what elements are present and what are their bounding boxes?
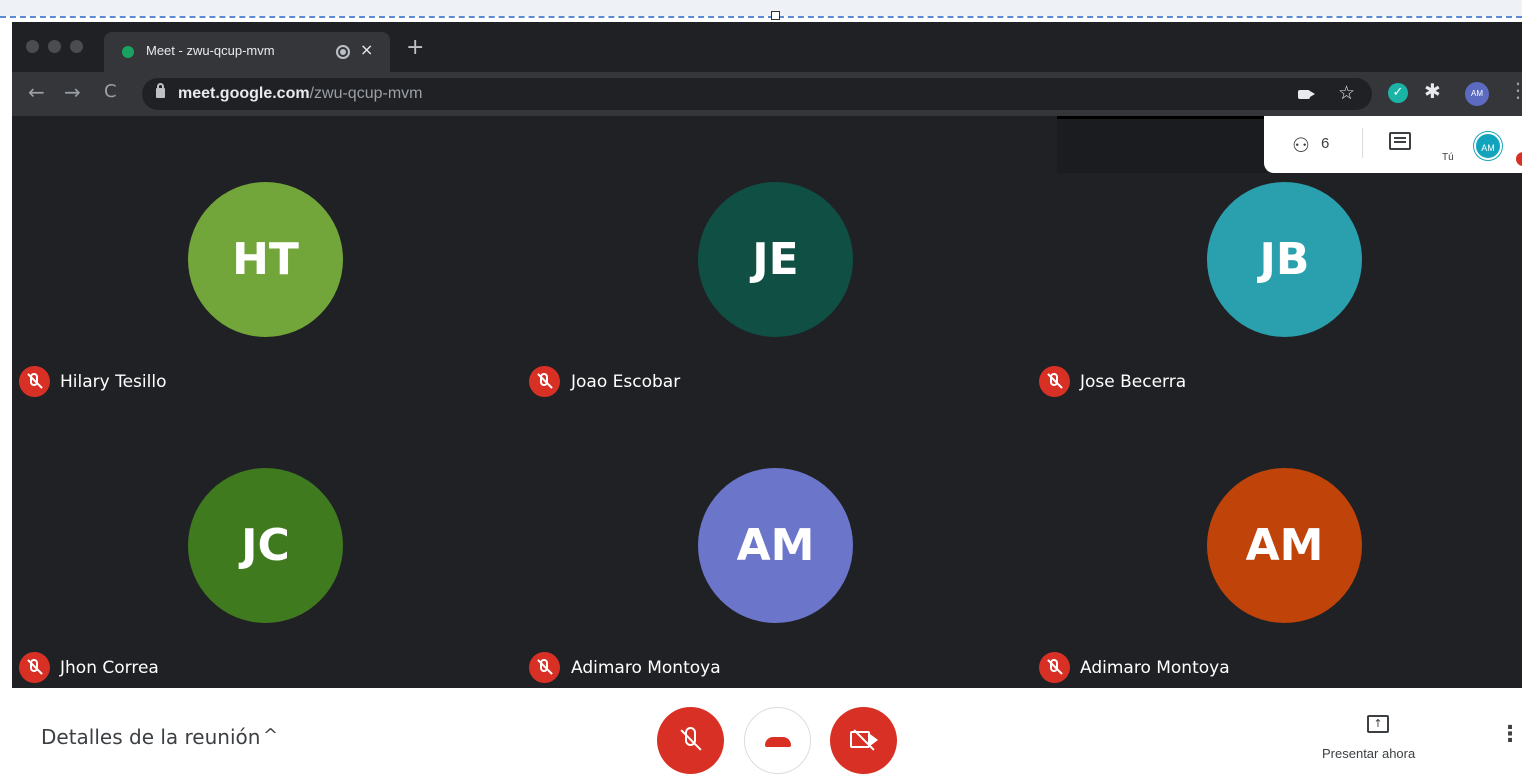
muted-mic-icon [529,652,560,683]
muted-mic-icon [1039,652,1070,683]
camera-in-use-icon[interactable] [1298,90,1315,99]
meeting-grid: ⚇ 6 Tú AM HT Hilary Tesillo JE Joao Escobar… [12,116,1522,688]
back-arrow-icon[interactable]: ← [28,81,45,103]
reload-icon[interactable]: C [104,81,117,103]
camera-lens [870,734,878,746]
more-options-icon[interactable]: ⋮ [1499,724,1521,746]
present-screen-icon[interactable]: ↑ [1367,715,1389,733]
tab-strip: Meet - zwu-qcup-mvm × + [12,22,1522,72]
chevron-up-icon[interactable]: ^ [263,725,278,746]
selection-margin [0,0,1522,16]
meeting-details-button[interactable]: Detalles de la reunión [41,725,260,749]
window-close-dot[interactable] [26,40,39,53]
muted-mic-icon [529,366,560,397]
participant-name: Joao Escobar [571,372,681,392]
browser-window: Meet - zwu-qcup-mvm × + ← → C meet.googl… [12,22,1522,779]
muted-mic-icon [1039,366,1070,397]
tab-meet[interactable]: Meet - zwu-qcup-mvm × [104,32,390,72]
participant-name: Adimaro Montoya [1080,658,1230,678]
tab-recording-icon [336,45,350,59]
extension-check-icon[interactable]: ✓ [1388,83,1408,103]
selection-dashed-border [0,16,1522,18]
browser-menu-icon[interactable]: ⋮ [1508,80,1522,100]
leave-call-button[interactable] [744,707,811,774]
participant-name: Adimaro Montoya [571,658,721,678]
participant-name: Jose Becerra [1080,372,1187,392]
participant-avatar: AM [1207,468,1362,623]
screenshot-root: Meet - zwu-qcup-mvm × + ← → C meet.googl… [0,0,1522,779]
camera-off-icon [850,731,870,748]
window-maximize-dot[interactable] [70,40,83,53]
chat-icon[interactable] [1389,132,1411,150]
toolbar: ← → C meet.google.com/zwu-qcup-mvm ☆ [12,72,1522,116]
window-minimize-dot[interactable] [48,40,61,53]
self-avatar[interactable]: AM [1474,132,1502,160]
bookmark-star-icon[interactable]: ☆ [1338,82,1355,104]
tab-close-icon[interactable]: × [360,40,373,60]
meet-favicon-icon [122,46,134,58]
address-bar[interactable]: meet.google.com/zwu-qcup-mvm ☆ [142,78,1372,110]
profile-avatar[interactable]: AM [1465,82,1489,106]
participant-avatar: JB [1207,182,1362,337]
self-badge-icon [1516,152,1522,166]
tab-title: Meet - zwu-qcup-mvm [146,43,275,58]
meeting-controls-bar: Detalles de la reunión ^ ↑ Presentar aho… [12,688,1522,779]
participant-tile[interactable]: AM Adimaro Montoya [12,402,1362,688]
meeting-top-panel: ⚇ 6 Tú AM [1264,116,1522,173]
extensions-puzzle-icon[interactable]: ✱ [1424,79,1441,103]
participant-avatar: AM [698,468,853,623]
hang-up-icon [765,737,791,747]
people-icon[interactable]: ⚇ [1292,133,1310,157]
url-host: meet.google.com [178,85,310,102]
participant-tile[interactable]: JB Jose Becerra [12,116,1362,402]
forward-arrow-icon[interactable]: → [64,81,81,103]
url-text[interactable]: meet.google.com/zwu-qcup-mvm [178,85,422,103]
participant-count[interactable]: 6 [1321,135,1329,152]
camera-toggle-button[interactable] [830,707,897,774]
panel-divider [1362,128,1363,158]
selection-resize-handle[interactable] [771,11,780,20]
lock-icon[interactable] [156,83,165,98]
participant-avatar: JE [698,182,853,337]
you-label: Tú [1442,152,1454,163]
microphone-toggle-button[interactable] [657,707,724,774]
new-tab-button[interactable]: + [406,37,424,59]
top-strip [1057,116,1267,173]
url-path: /zwu-qcup-mvm [309,85,423,102]
present-now-button[interactable]: Presentar ahora [1322,746,1415,761]
